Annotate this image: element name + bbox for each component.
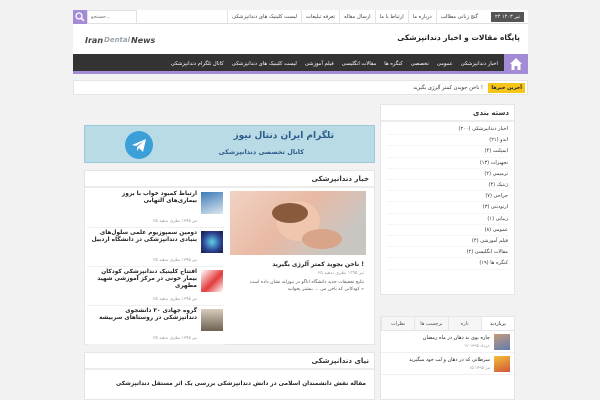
news-title[interactable]: دومین سمپوزیوم علمی سلول‌های بنیادی دندا… — [91, 230, 197, 244]
news-ticker: آخرین خبرها ناخن جویدن کمتر آلرژی بگیرید… — [73, 80, 528, 95]
post-title[interactable]: چاره بوی بد دهان در ماه رمضان — [423, 335, 490, 341]
nav-item-congress[interactable]: کنگره ها — [380, 54, 406, 74]
top-bar: ۲۴ تیر ۱۴۰۳ گنج زنانی مطالب درباره ما ار… — [73, 10, 528, 24]
category-item[interactable]: عمومی (۸) — [387, 225, 508, 237]
news-meta: ۲۵ تیر ۱۳۹۵ نظری بدهید — [153, 219, 197, 224]
category-item[interactable]: ارتودنتی (۳) — [387, 202, 508, 214]
nav-item-video[interactable]: فیلم آموزشی — [301, 54, 338, 74]
dental-world-section: نیای دندانپزشکی مقاله نقش دانشمندان اسلا… — [84, 352, 375, 400]
logo-text-news: News — [131, 35, 156, 45]
top-link-ads[interactable]: تعرفه تبلیغات — [301, 10, 339, 24]
top-link-about[interactable]: درباره ما — [407, 10, 436, 24]
article-headline[interactable]: مقاله نقش دانشمندان اسلامی در دانش دندان… — [116, 381, 366, 387]
telegram-icon — [125, 131, 153, 159]
featured-excerpt: نتایج تحقیقات جدید دانشگاه اتاگو در نیوز… — [249, 280, 364, 292]
logo-text-iran: Iran — [85, 35, 104, 45]
news-title[interactable]: گروه جهادی ۳۰ دانشجوی دندانپزشکی در روست… — [91, 308, 197, 322]
widget-title: دسته بندی — [381, 105, 514, 122]
top-link-archive[interactable]: گنج زنانی مطالب — [435, 10, 482, 24]
nav-item-general[interactable]: عمومی — [433, 54, 457, 74]
search-button[interactable] — [73, 10, 87, 24]
post-date: ۱۲ خرداد ۱۳۹۵ — [464, 343, 490, 348]
nav-item-telegram[interactable]: کانال تلگرام دندانپزشکی — [167, 54, 228, 74]
news-title[interactable]: افتتاح کلینیک دندانپزشکی کودکان بیمار خو… — [91, 269, 197, 290]
top-link-submit[interactable]: ارسال مقاله — [338, 10, 375, 24]
banner-title: تلگرام ایران دنتال نیوز — [233, 131, 334, 141]
post-title[interactable]: سرطانی که در دهان و لب خود میگیرید — [409, 357, 490, 363]
news-thumbnail[interactable] — [201, 270, 223, 292]
site-logo[interactable]: Iran Dental News — [85, 34, 160, 46]
category-item[interactable]: تجهیزات (۱۳) — [387, 158, 508, 169]
tab-comments[interactable]: نظرات — [381, 317, 415, 330]
post-thumbnail[interactable] — [494, 356, 510, 372]
news-meta: ۲۵ تیر ۱۳۹۵ نظری بدهید — [153, 336, 197, 341]
news-thumbnail[interactable] — [201, 231, 223, 253]
category-item[interactable]: مقالات انگلیسی (۲) — [387, 247, 508, 259]
search-icon — [75, 12, 85, 22]
tab-bar: پربازدید تازه برچسب ها نظرات — [381, 317, 514, 331]
category-list: اخبار دندانپزشکی (۲۰۰) اندو (۲۱) ایمپلنت… — [381, 122, 514, 272]
list-item[interactable]: گروه جهادی ۳۰ دانشجوی دندانپزشکی در روست… — [87, 306, 225, 345]
featured-title[interactable]: ناخن بجوید کمتر آلرژی بگیرید ! — [272, 261, 364, 268]
logo-text-dental: Dental — [104, 36, 131, 44]
date-badge: ۲۴ تیر ۱۴۰۳ — [491, 12, 524, 22]
section-title[interactable]: خبار دندانپزشکی — [85, 171, 374, 188]
category-item[interactable]: زیبایی (۱) — [387, 214, 508, 225]
top-links: گنج زنانی مطالب درباره ما ارتباط با ما ا… — [226, 10, 482, 24]
news-thumbnail[interactable] — [201, 192, 223, 214]
category-item[interactable]: فیلم آموزشی (۴) — [387, 236, 508, 248]
search-input[interactable] — [87, 10, 137, 24]
tab-recent[interactable]: تازه — [447, 317, 481, 330]
site-title: پایگاه مقالات و اخبار دندانپزشکی — [397, 33, 520, 42]
banner-subtitle: کانال تخصصی دندانپزشکی — [218, 148, 304, 156]
section-title[interactable]: نیای دندانپزشکی — [85, 353, 374, 370]
post-thumbnail[interactable] — [494, 334, 510, 350]
category-item[interactable]: ایمپلنت (۴) — [387, 146, 508, 158]
site-header: پایگاه مقالات و اخبار دندانپزشکی Iran De… — [73, 24, 528, 54]
top-link-contact[interactable]: ارتباط با ما — [374, 10, 408, 24]
tabs-widget: پربازدید تازه برچسب ها نظرات چاره بوی بد… — [380, 316, 515, 400]
main-nav: اخبار دندانپزشکی عمومی تخصصی کنگره ها مق… — [73, 54, 528, 74]
news-thumbnail[interactable] — [201, 309, 223, 331]
list-item[interactable]: دومین سمپوزیوم علمی سلول‌های بنیادی دندا… — [87, 228, 225, 267]
list-item[interactable]: چاره بوی بد دهان در ماه رمضان ۱۲ خرداد ۱… — [381, 331, 514, 353]
list-item[interactable]: افتتاح کلینیک دندانپزشکی کودکان بیمار خو… — [87, 267, 225, 306]
nav-item-english-articles[interactable]: مقالات انگلیسی — [338, 54, 380, 74]
post-date: ۱۵ تیر ۱۳۹۵ — [469, 365, 490, 370]
category-item[interactable]: اخبار دندانپزشکی (۲۰۰) — [387, 124, 508, 136]
category-item[interactable]: جراحی (۷) — [387, 191, 508, 203]
dental-news-section: خبار دندانپزشکی ناخن بجوید کمتر آلرژی بگ… — [84, 170, 375, 345]
top-link-clinics[interactable]: لیست کلینیک های دندانپزشکی — [226, 10, 301, 24]
news-meta: ۲۵ تیر ۱۳۹۵ نظری بدهید — [153, 297, 197, 302]
nav-item-specialized[interactable]: تخصصی — [407, 54, 433, 74]
news-list: ارتباط کمبود خواب با بروز بیماری‌های الت… — [87, 189, 225, 345]
home-icon — [510, 58, 522, 70]
tab-popular[interactable]: پربازدید — [480, 317, 514, 330]
ticker-text[interactable]: ناخن جویدن کمتر آلرژی بگیرید ! — [413, 83, 483, 93]
news-title[interactable]: ارتباط کمبود خواب با بروز بیماری‌های الت… — [91, 191, 197, 205]
tab-tags[interactable]: برچسب ها — [414, 317, 448, 330]
category-item[interactable]: اندو (۲۱) — [387, 135, 508, 147]
nav-item-clinic-list[interactable]: لیست کلینیک های دندانپزشکی — [228, 54, 301, 74]
featured-image[interactable] — [230, 191, 366, 255]
news-meta: ۲۵ تیر ۱۳۹۵ نظری بدهید — [153, 258, 197, 263]
list-item[interactable]: سرطانی که در دهان و لب خود میگیرید ۱۵ تی… — [381, 353, 514, 375]
list-item[interactable]: ارتباط کمبود خواب با بروز بیماری‌های الت… — [87, 189, 225, 228]
telegram-banner[interactable]: تلگرام ایران دنتال نیوز کانال تخصصی دندا… — [84, 125, 375, 163]
search-bar — [73, 10, 137, 24]
categories-widget: دسته بندی اخبار دندانپزشکی (۲۰۰) اندو (۲… — [380, 104, 515, 295]
category-item[interactable]: کنگره ها (۱۹) — [387, 258, 508, 270]
category-item[interactable]: ژنتیک (۴) — [387, 180, 508, 192]
home-button[interactable] — [504, 54, 528, 74]
featured-meta: ۲۵ تیر ۱۳۹۵ نظری بدهید — [318, 271, 364, 276]
ticker-label: آخرین خبرها — [488, 83, 525, 93]
category-item[interactable]: ترمیمی (۲) — [387, 169, 508, 181]
nav-item-dental-news[interactable]: اخبار دندانپزشکی — [457, 54, 502, 74]
